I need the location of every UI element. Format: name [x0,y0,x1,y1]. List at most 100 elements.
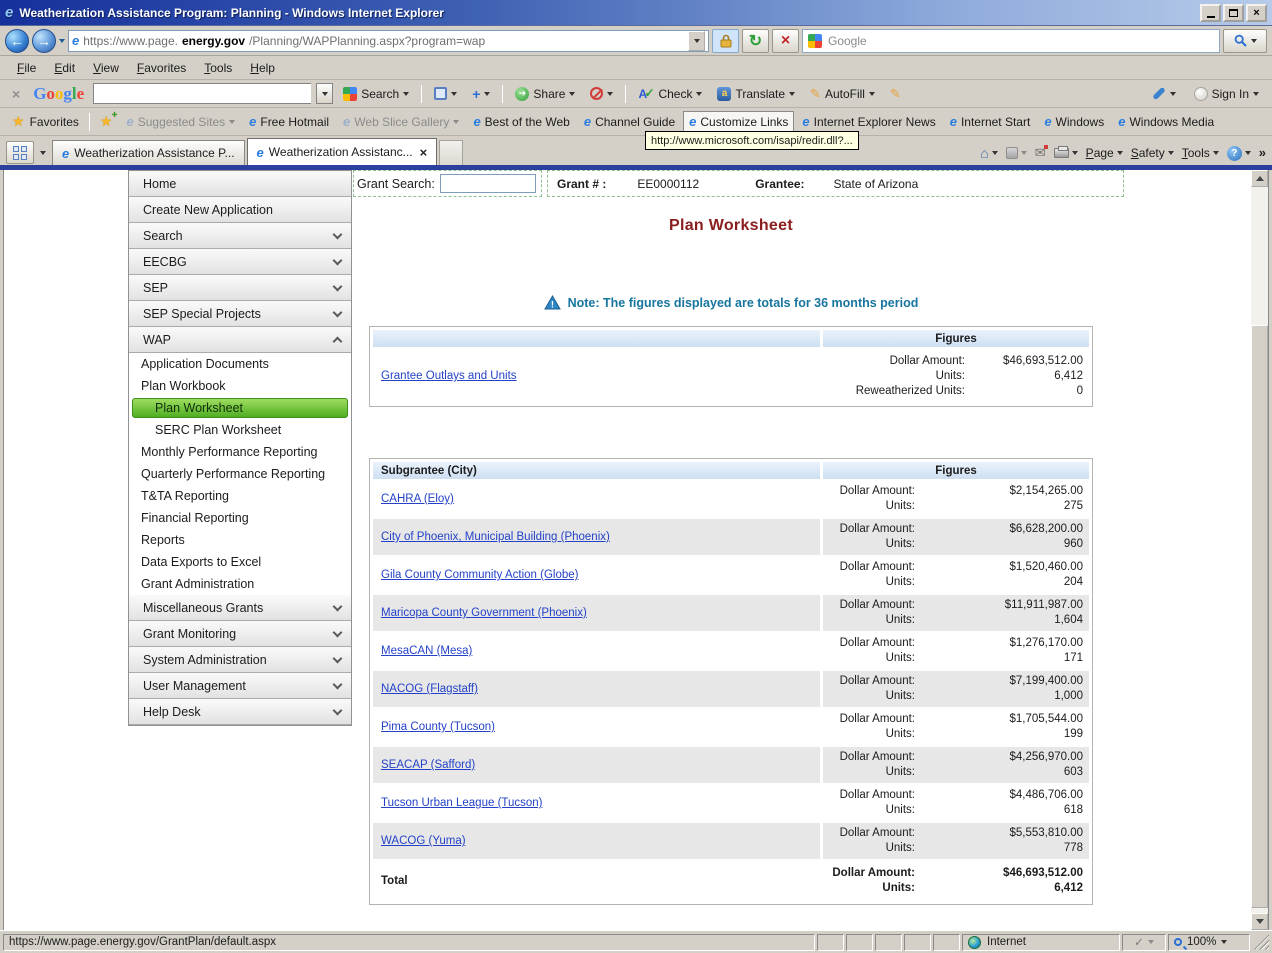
favorites-link-customize-links[interactable]: e Customize Links [683,111,795,132]
tab-weatherization-assistanc[interactable]: e Weatherization Assistanc... × [246,138,438,165]
sidebar-item-create-new-application[interactable]: Create New Application [129,197,351,223]
share-button[interactable]: ➜ Share [510,84,580,104]
sidebar-item-monthly-performance-reporting[interactable]: Monthly Performance Reporting [129,441,351,463]
subgrantee-link-maricopa-county-government-phoenix[interactable]: Maricopa County Government (Phoenix) [381,607,587,619]
sidebar-item-miscellaneous-grants[interactable]: Miscellaneous Grants [129,595,351,621]
add-to-favorites-button[interactable]: ★ [94,110,119,133]
sidebar-item-plan-worksheet[interactable]: Plan Worksheet [132,398,348,418]
search-go-button[interactable] [1223,28,1267,53]
menu-item-tools[interactable]: Tools [196,58,240,78]
help-button[interactable]: ? [1226,145,1251,161]
search-engine-box[interactable]: Google [802,28,1220,53]
subgrantee-link-wacog-yuma[interactable]: WACOG (Yuma) [381,835,466,847]
scroll-down-button[interactable] [1251,913,1268,930]
favorites-button[interactable]: ★ Favorites [6,110,85,133]
sidebar-item-data-exports-to-excel[interactable]: Data Exports to Excel [129,551,351,573]
autofill-button[interactable]: ✎ AutoFill [805,83,880,105]
sidebar-item-search[interactable]: Search [129,223,351,249]
menu-item-favorites[interactable]: Favorites [129,58,194,78]
address-field[interactable]: e https://www.page. energy.gov/Planning/W… [68,29,709,52]
refresh-button[interactable]: ↻ [742,28,769,53]
protected-mode-panel[interactable]: ✓ [1122,933,1166,951]
add-gadget-button[interactable]: + [467,83,495,105]
stop-button[interactable]: × [772,28,799,53]
menu-item-file[interactable]: File [9,58,44,78]
feeds-button[interactable] [1005,147,1027,159]
subgrantee-link-tucson-urban-league-tucson[interactable]: Tucson Urban League (Tucson) [381,797,543,809]
sidebar-item-serc-plan-worksheet[interactable]: SERC Plan Worksheet [129,419,351,441]
vertical-scrollbar[interactable] [1251,170,1268,930]
address-dropdown-button[interactable] [688,30,705,51]
menu-item-edit[interactable]: Edit [46,58,83,78]
sidebar-item-application-documents[interactable]: Application Documents [129,353,351,375]
sidebar-item-grant-administration[interactable]: Grant Administration [129,573,351,595]
sidebar-item-home[interactable]: Home [129,171,351,197]
new-tab-stub[interactable] [439,140,464,165]
quick-tabs-button[interactable] [6,141,34,164]
minimize-button[interactable] [1200,3,1221,22]
favorites-link-internet-explorer-news[interactable]: e Internet Explorer News [796,111,941,132]
scroll-up-button[interactable] [1251,170,1268,187]
tab-close-icon[interactable]: × [420,145,428,160]
bookmarks-button[interactable] [429,84,462,103]
grant-search-input[interactable] [439,174,536,193]
sidebar-item-user-management[interactable]: User Management [129,673,351,699]
sidebar-item-financial-reporting[interactable]: Financial Reporting [129,507,351,529]
menu-item-view[interactable]: View [85,58,127,78]
google-search-history-dropdown[interactable] [316,83,334,104]
sidebar-item-wap[interactable]: WAP [129,327,351,353]
favorites-link-best-of-the-web[interactable]: e Best of the Web [467,111,575,132]
popup-blocker-button[interactable] [585,84,618,103]
toolbar-overflow-button[interactable]: » [1259,145,1266,160]
highlighter-button[interactable]: ✎ [885,83,906,105]
subgrantee-link-seacap-safford[interactable]: SEACAP (Safford) [381,759,475,771]
scrollbar-thumb[interactable] [1251,325,1268,908]
favorites-link-web-slice-gallery[interactable]: e Web Slice Gallery [337,111,465,132]
tab-weatherization-assistance-p[interactable]: e Weatherization Assistance P... [52,140,245,165]
subgrantee-link-mesacan-mesa[interactable]: MesaCAN (Mesa) [381,645,472,657]
close-button[interactable]: × [1246,3,1267,22]
tools-menu-button[interactable]: Tools [1182,146,1219,160]
favorites-link-windows-media[interactable]: e Windows Media [1112,111,1220,132]
sidebar-item-system-administration[interactable]: System Administration [129,647,351,673]
favorites-link-internet-start[interactable]: e Internet Start [944,111,1037,132]
print-button[interactable] [1053,146,1078,158]
subgrantee-link-nacog-flagstaff[interactable]: NACOG (Flagstaff) [381,683,478,695]
sidebar-item-sep-special-projects[interactable]: SEP Special Projects [129,301,351,327]
back-button[interactable]: ← [5,28,29,53]
grantee-outlays-link[interactable]: Grantee Outlays and Units [381,370,517,382]
favorites-link-windows[interactable]: e Windows [1038,111,1110,132]
subgrantee-link-cahra-eloy[interactable]: CAHRA (Eloy) [381,493,454,505]
sidebar-item-grant-monitoring[interactable]: Grant Monitoring [129,621,351,647]
tab-list-dropdown[interactable] [36,141,50,164]
forward-button[interactable]: → [32,28,56,53]
subgrantee-link-pima-county-tucson[interactable]: Pima County (Tucson) [381,721,495,733]
spell-check-button[interactable]: A ✓ Check [633,84,707,104]
search-options-dropdown[interactable] [1250,38,1257,43]
maximize-button[interactable] [1223,3,1244,22]
home-button[interactable]: ⌂ [980,145,998,161]
google-search-button[interactable]: Search [338,84,414,104]
toolbar-close-button[interactable]: × [8,86,24,102]
read-mail-button[interactable]: ✉ [1035,145,1048,161]
translate-button[interactable]: a Translate [712,84,800,104]
safety-menu-button[interactable]: Safety [1131,146,1174,160]
sidebar-item-quarterly-performance-reporting[interactable]: Quarterly Performance Reporting [129,463,351,485]
favorites-link-suggested-sites[interactable]: e Suggested Sites [120,111,241,132]
subgrantee-link-gila-county-community-action-globe[interactable]: Gila County Community Action (Globe) [381,569,579,581]
favorites-link-free-hotmail[interactable]: e Free Hotmail [243,111,335,132]
menu-item-help[interactable]: Help [242,58,283,78]
sidebar-item-reports[interactable]: Reports [129,529,351,551]
zoom-panel[interactable]: 100% [1168,933,1250,951]
toolbar-options-button[interactable] [1147,86,1181,101]
sidebar-item-help-desk[interactable]: Help Desk [129,699,351,725]
google-search-input[interactable] [93,83,312,104]
favorites-link-channel-guide[interactable]: e Channel Guide [578,111,681,132]
sidebar-item-plan-workbook[interactable]: Plan Workbook [129,375,351,397]
sidebar-item-eecbg[interactable]: EECBG [129,249,351,275]
subgrantee-link-city-of-phoenix-municipal-building-phoenix[interactable]: City of Phoenix, Municipal Building (Pho… [381,531,610,543]
sidebar-item-t-ta-reporting[interactable]: T&TA Reporting [129,485,351,507]
page-menu-button[interactable]: Page [1086,146,1123,160]
sidebar-item-sep[interactable]: SEP [129,275,351,301]
sign-in-button[interactable]: Sign In [1189,84,1264,104]
